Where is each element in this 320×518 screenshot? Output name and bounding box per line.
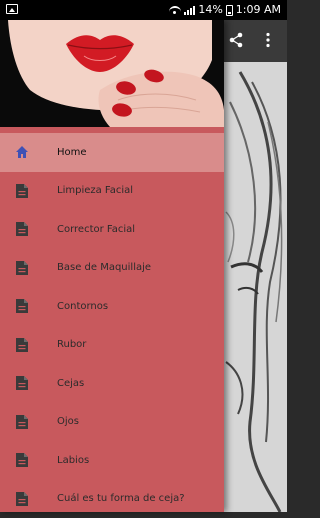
- drawer-item-contornos[interactable]: Contornos: [0, 287, 224, 326]
- document-icon: [15, 452, 29, 468]
- drawer-item-label: Cejas: [57, 378, 84, 389]
- drawer-item-label: Contornos: [57, 301, 108, 312]
- document-icon: [15, 337, 29, 353]
- navigation-drawer: Home Limpieza Facial Corrector Facial: [0, 20, 224, 512]
- drawer-header-image: [0, 20, 224, 127]
- share-icon[interactable]: [228, 32, 244, 48]
- document-icon: [15, 298, 29, 314]
- drawer-item-label: Base de Maquillaje: [57, 262, 151, 273]
- more-vert-icon[interactable]: [264, 32, 272, 48]
- document-icon: [15, 183, 29, 199]
- drawer-item-label: Rubor: [57, 339, 86, 350]
- drawer-item-base-de-maquillaje[interactable]: Base de Maquillaje: [0, 249, 224, 288]
- drawer-item-forma-de-ceja[interactable]: Cuál es tu forma de ceja?: [0, 480, 224, 518]
- drawer-item-label: Limpieza Facial: [57, 185, 133, 196]
- battery-percent: 14%: [198, 3, 222, 17]
- drawer-item-ojos[interactable]: Ojos: [0, 403, 224, 442]
- battery-icon: [226, 5, 233, 16]
- drawer-item-label: Cuál es tu forma de ceja?: [57, 493, 185, 504]
- drawer-item-label: Home: [57, 147, 87, 158]
- document-icon: [15, 260, 29, 276]
- drawer-item-home[interactable]: Home: [0, 133, 224, 172]
- drawer-item-label: Labios: [57, 455, 89, 466]
- drawer-item-label: Ojos: [57, 416, 79, 427]
- drawer-item-rubor[interactable]: Rubor: [0, 326, 224, 365]
- document-icon: [15, 491, 29, 507]
- drawer-item-corrector-facial[interactable]: Corrector Facial: [0, 210, 224, 249]
- document-icon: [15, 414, 29, 430]
- signal-icon: [184, 5, 195, 15]
- drawer-item-labios[interactable]: Labios: [0, 441, 224, 480]
- document-icon: [15, 221, 29, 237]
- drawer-menu: Home Limpieza Facial Corrector Facial: [0, 133, 224, 518]
- status-bar: 14% 1:09 AM: [0, 0, 287, 20]
- wifi-icon: [169, 6, 181, 15]
- clock: 1:09 AM: [236, 3, 281, 17]
- drawer-item-cejas[interactable]: Cejas: [0, 364, 224, 403]
- home-icon: [15, 144, 29, 160]
- drawer-item-label: Corrector Facial: [57, 224, 135, 235]
- document-icon: [15, 375, 29, 391]
- image-icon: [6, 4, 18, 14]
- drawer-item-limpieza-facial[interactable]: Limpieza Facial: [0, 172, 224, 211]
- status-indicators: 14% 1:09 AM: [169, 3, 281, 17]
